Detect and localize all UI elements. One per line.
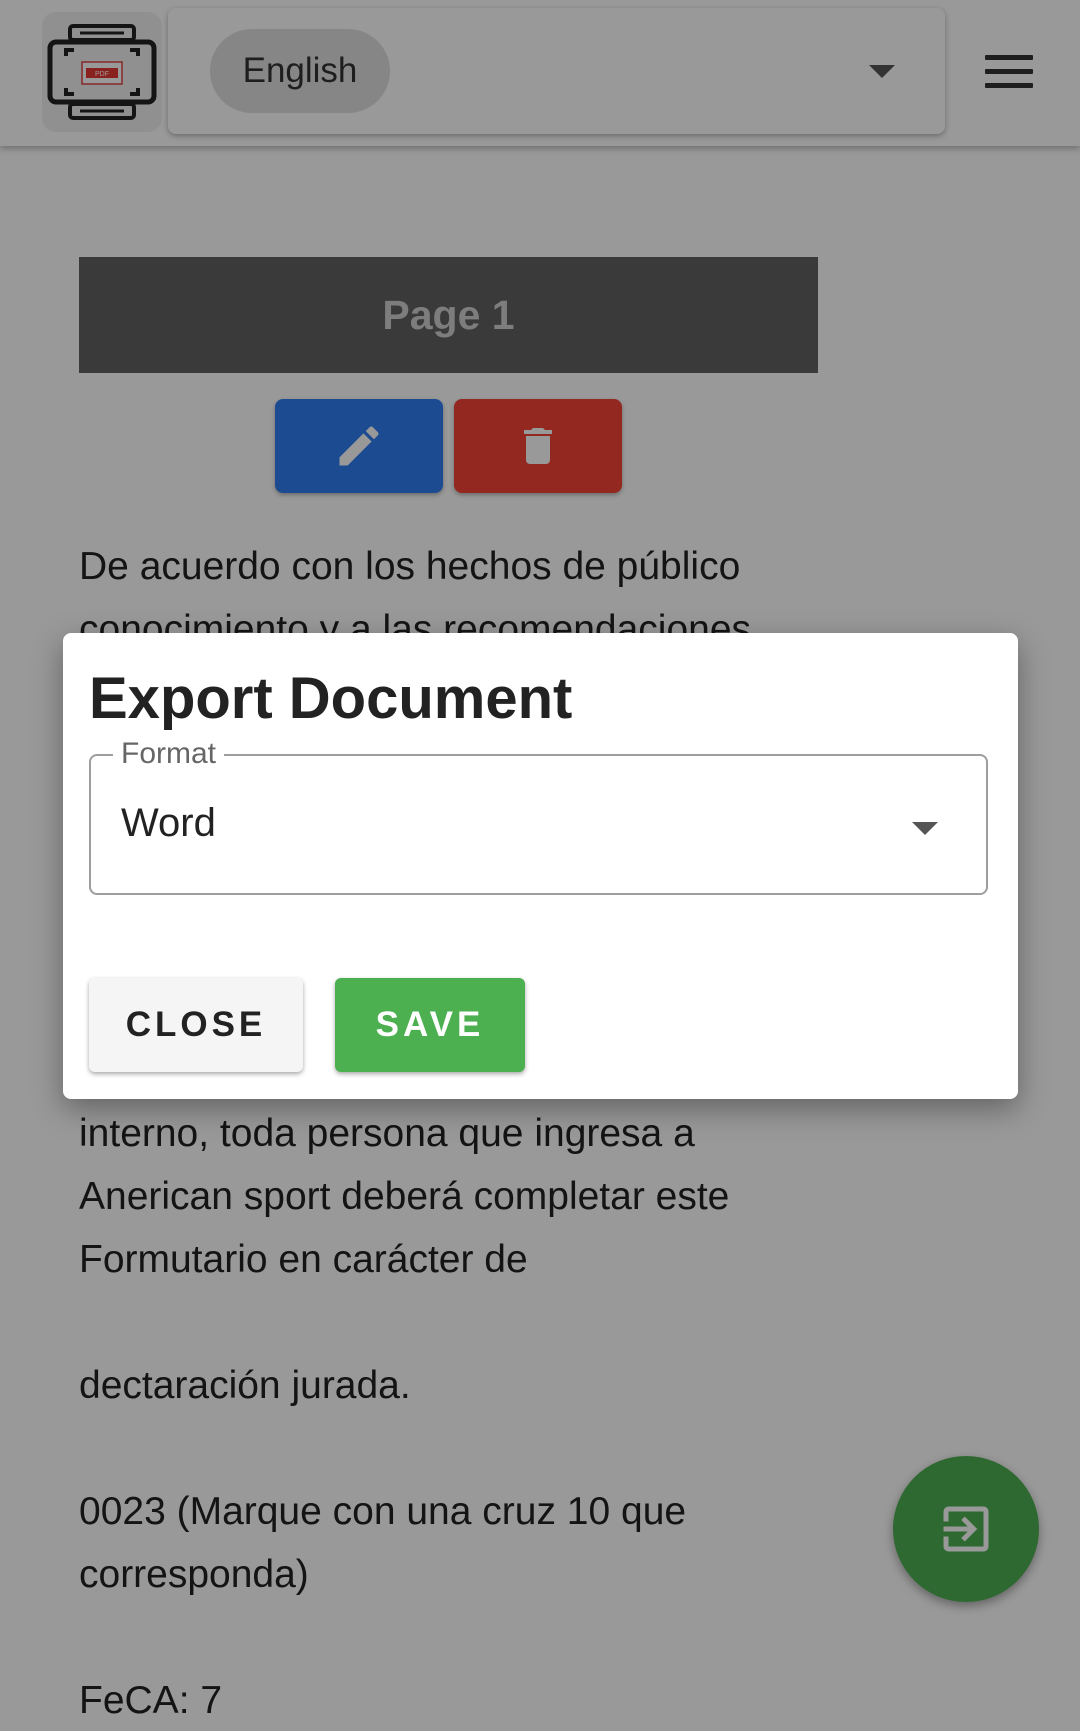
chevron-down-icon[interactable]: [912, 822, 938, 835]
format-select[interactable]: Format Word: [89, 736, 988, 895]
export-document-dialog: Export Document Format Word CLOSE SAVE: [63, 633, 1018, 1099]
close-button[interactable]: CLOSE: [89, 978, 303, 1072]
dialog-title: Export Document: [89, 666, 573, 731]
save-button[interactable]: SAVE: [335, 978, 525, 1072]
format-value: Word: [121, 801, 216, 845]
format-label: Format: [113, 736, 225, 772]
